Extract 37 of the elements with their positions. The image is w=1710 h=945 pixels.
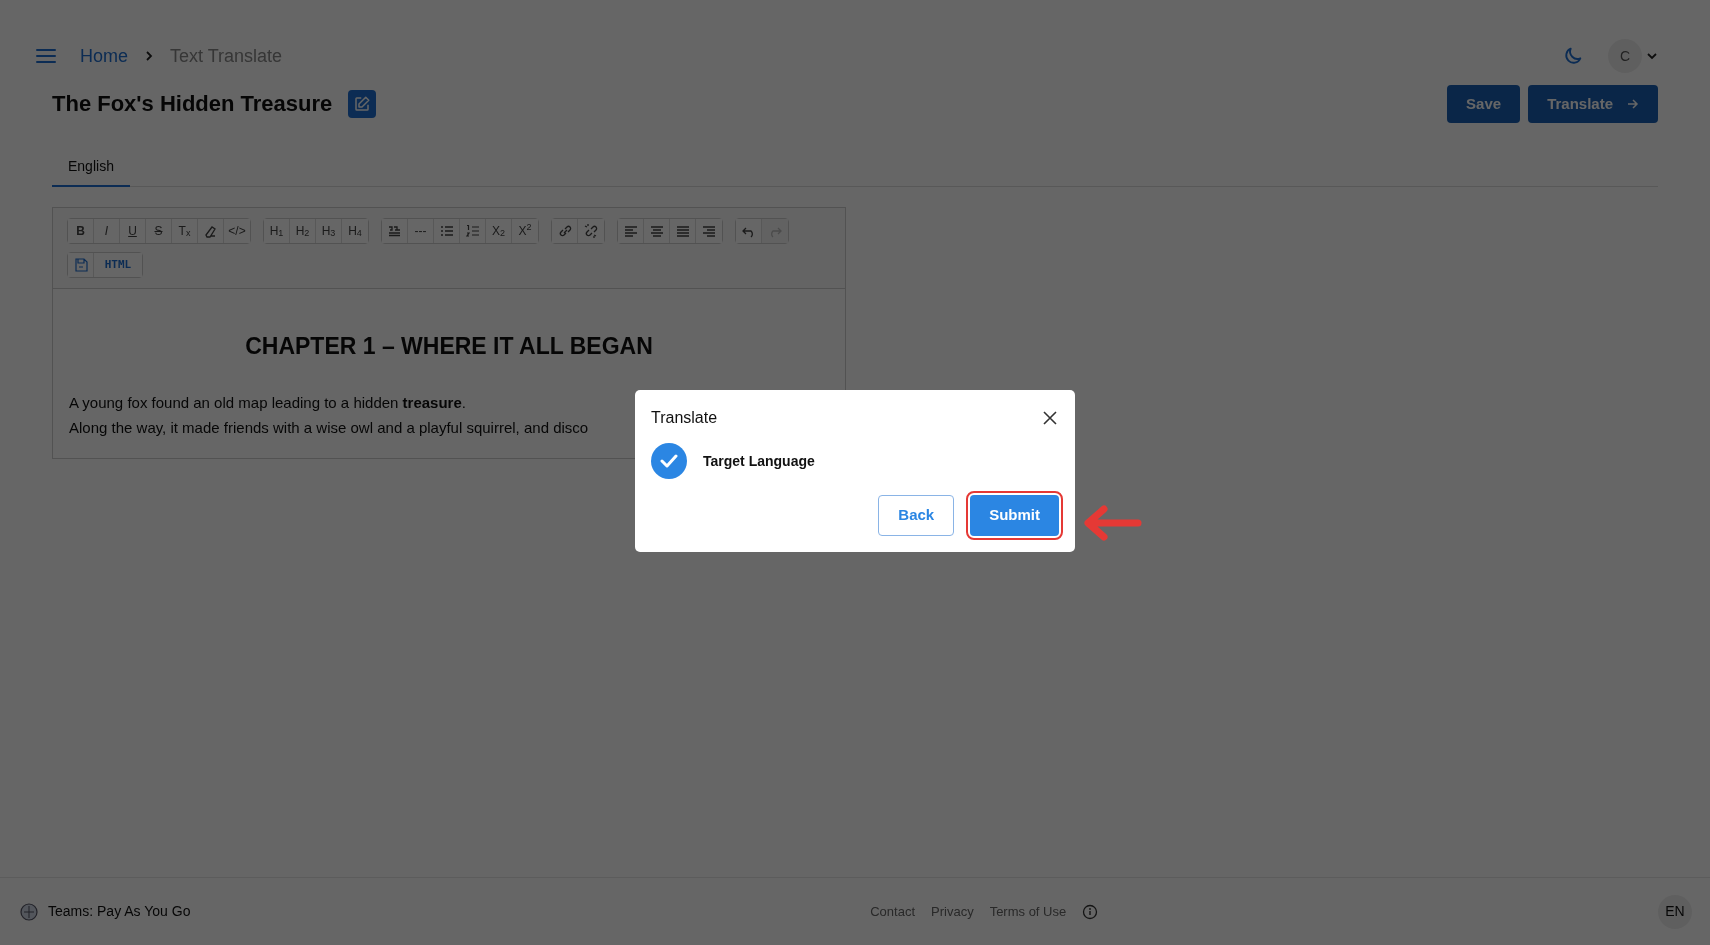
chapter-heading: CHAPTER 1 – WHERE IT ALL BEGAN [244, 332, 654, 361]
back-button[interactable]: Back [878, 495, 955, 536]
menu-icon[interactable] [36, 48, 56, 64]
moon-icon[interactable] [1562, 45, 1584, 67]
footer-link[interactable]: Privacy [931, 901, 974, 922]
logo-icon [18, 901, 40, 922]
translate-button[interactable]: Translate [1528, 84, 1658, 124]
paragraph-text: Along the way, it made friends with a wise owl and a playful squirrel, and disco [69, 417, 589, 438]
language-tab[interactable]: English [52, 148, 130, 187]
edit-title-button[interactable] [348, 90, 377, 118]
numbers-icon [463, 222, 482, 240]
document-title: The Fox's Hidden Treasure [52, 90, 333, 118]
chevron-right-icon [144, 50, 154, 62]
plan-label: Teams: Pay As You Go [48, 902, 191, 921]
footer-link[interactable]: Contact [870, 901, 915, 922]
chevron-down-icon[interactable] [1646, 52, 1658, 60]
quote-button[interactable] [382, 219, 408, 243]
save-button[interactable] [68, 253, 94, 277]
breadcrumb-link[interactable]: Home [80, 42, 128, 70]
dialog-title: Translate [651, 408, 718, 428]
bold-button[interactable]: B [68, 219, 94, 243]
close-button[interactable] [1041, 408, 1059, 427]
step-label: Target Language [703, 451, 815, 471]
save-button[interactable]: Save [1447, 84, 1521, 124]
footer-link[interactable]: Terms of Use [989, 901, 1067, 922]
info-icon[interactable] [1082, 903, 1099, 920]
language-selector[interactable]: EN [1658, 894, 1692, 929]
link-button[interactable] [552, 219, 578, 243]
checkmark-icon [660, 454, 678, 469]
align-left-button[interactable] [618, 219, 644, 243]
arrow-right-icon [1627, 98, 1639, 110]
undo-button[interactable] [736, 219, 762, 243]
format-button[interactable]: H$_{1}$ [264, 219, 290, 243]
paragraph-text: A young fox found an old map leading to a hidden treasure. [69, 392, 466, 413]
user-avatar[interactable]: C [1608, 39, 1642, 73]
close-icon [1041, 408, 1059, 427]
unlink-icon [582, 222, 600, 240]
